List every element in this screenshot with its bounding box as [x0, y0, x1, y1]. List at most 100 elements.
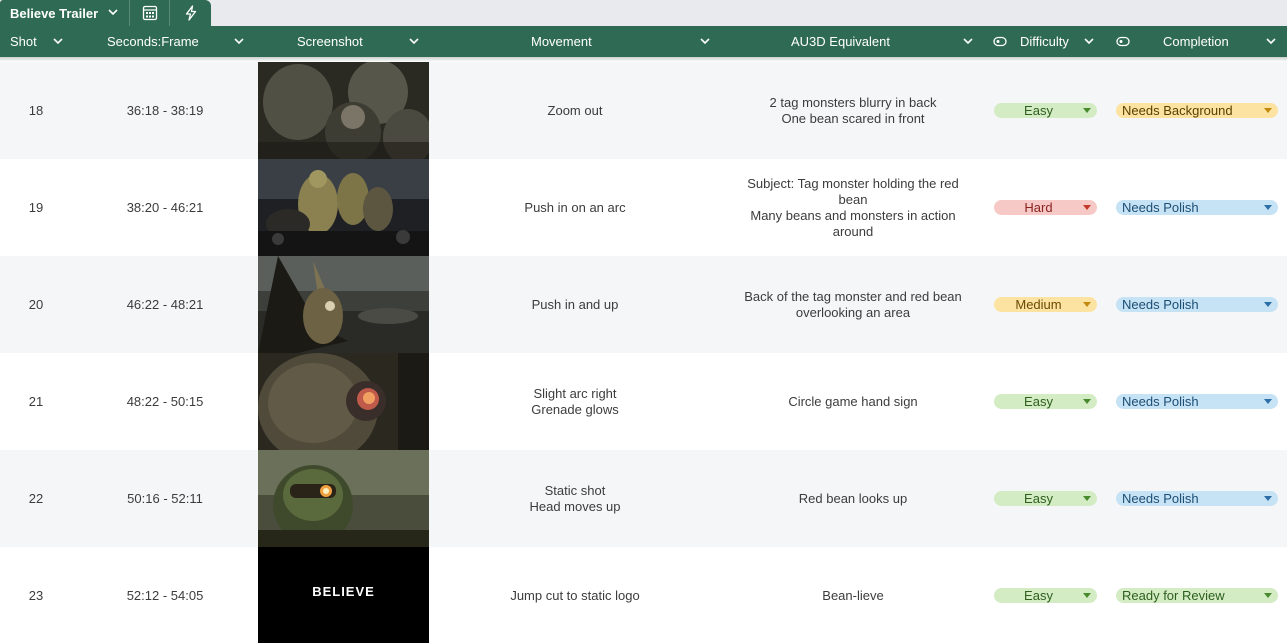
au3d-text: Circle game hand sign	[788, 393, 918, 409]
column-header-shot[interactable]: Shot	[0, 26, 72, 57]
screenshot-thumbnail	[258, 353, 429, 450]
chevron-down-icon[interactable]	[233, 35, 245, 47]
sheet-tab-bar: Believe Trailer	[0, 0, 1287, 26]
column-header-au3d-equivalent[interactable]: AU3D Equivalent	[721, 26, 985, 57]
column-header-row: Shot Seconds:Frame Screenshot Movement A…	[0, 26, 1287, 57]
completion-dropdown[interactable]: Needs Polish	[1116, 491, 1278, 506]
dropdown-column-icon	[1116, 36, 1130, 47]
triangle-down-icon[interactable]	[1264, 399, 1272, 404]
difficulty-dropdown[interactable]: Hard	[994, 200, 1097, 215]
screenshot-cell[interactable]	[258, 159, 429, 256]
triangle-down-icon[interactable]	[1083, 108, 1091, 113]
triangle-down-icon[interactable]	[1264, 593, 1272, 598]
column-header-completion[interactable]: Completion	[1103, 26, 1287, 57]
table-row[interactable]: 21 48:22 - 50:15 Slight arc right Grenade…	[0, 353, 1287, 450]
shot-number: 19	[28, 199, 44, 215]
screenshot-cell[interactable]	[258, 62, 429, 159]
movement-cell[interactable]: Push in and up	[429, 256, 721, 353]
au3d-equivalent-cell[interactable]: Red bean looks up	[721, 450, 985, 547]
movement-text: Head moves up	[529, 498, 621, 514]
sheet-tab-believe-trailer[interactable]: Believe Trailer	[0, 0, 129, 26]
shot-cell[interactable]: 20	[0, 256, 72, 353]
seconds-frame-cell[interactable]: 48:22 - 50:15	[72, 353, 258, 450]
triangle-down-icon[interactable]	[1083, 593, 1091, 598]
seconds-frame-cell[interactable]: 52:12 - 54:05	[72, 547, 258, 643]
triangle-down-icon[interactable]	[1264, 205, 1272, 210]
triangle-down-icon[interactable]	[1264, 496, 1272, 501]
chevron-down-icon[interactable]	[699, 35, 711, 47]
screenshot-thumbnail	[258, 450, 429, 547]
completion-dropdown[interactable]: Needs Polish	[1116, 200, 1278, 215]
shot-cell[interactable]: 18	[0, 62, 72, 159]
triangle-down-icon[interactable]	[1083, 302, 1091, 307]
au3d-equivalent-cell[interactable]: Bean-lieve	[721, 547, 985, 643]
screenshot-cell[interactable]	[258, 353, 429, 450]
difficulty-dropdown[interactable]: Easy	[994, 588, 1097, 603]
difficulty-value: Hard	[1024, 200, 1053, 215]
shot-cell[interactable]: 19	[0, 159, 72, 256]
movement-text: Push in and up	[531, 296, 619, 312]
difficulty-dropdown[interactable]: Medium	[994, 297, 1097, 312]
au3d-equivalent-cell[interactable]: Subject: Tag monster holding the red bean…	[721, 159, 985, 256]
shot-cell[interactable]: 22	[0, 450, 72, 547]
au3d-equivalent-cell[interactable]: 2 tag monsters blurry in back One bean sc…	[721, 62, 985, 159]
seconds-frame-value: 48:22 - 50:15	[126, 393, 204, 409]
movement-cell[interactable]: Slight arc right Grenade glows	[429, 353, 721, 450]
chevron-down-icon[interactable]	[52, 35, 64, 47]
triangle-down-icon[interactable]	[1264, 302, 1272, 307]
difficulty-dropdown[interactable]: Easy	[994, 491, 1097, 506]
chevron-down-icon[interactable]	[408, 35, 420, 47]
au3d-equivalent-cell[interactable]: Back of the tag monster and red bean over…	[721, 256, 985, 353]
chevron-down-icon[interactable]	[107, 6, 119, 18]
shot-cell[interactable]: 23	[0, 547, 72, 643]
screenshot-cell[interactable]: BELIEVE	[258, 547, 429, 643]
seconds-frame-cell[interactable]: 36:18 - 38:19	[72, 62, 258, 159]
completion-dropdown[interactable]: Ready for Review	[1116, 588, 1278, 603]
completion-value: Ready for Review	[1122, 588, 1225, 603]
table-row[interactable]: 19 38:20 - 46:21 Push in on an arc Subje…	[0, 159, 1287, 256]
seconds-frame-value: 36:18 - 38:19	[126, 102, 204, 118]
au3d-text: bean	[838, 191, 868, 207]
believe-logo-text: BELIEVE	[312, 584, 375, 599]
calculator-tab-button[interactable]	[129, 0, 169, 26]
screenshot-thumbnail	[258, 62, 429, 159]
triangle-down-icon[interactable]	[1083, 205, 1091, 210]
screenshot-cell[interactable]	[258, 450, 429, 547]
chevron-down-icon[interactable]	[1265, 35, 1277, 47]
chevron-down-icon[interactable]	[1083, 35, 1095, 47]
column-header-screenshot[interactable]: Screenshot	[258, 26, 429, 57]
shot-cell[interactable]: 21	[0, 353, 72, 450]
movement-cell[interactable]: Push in on an arc	[429, 159, 721, 256]
table-row[interactable]: 23 52:12 - 54:05 BELIEVE Jump cut to sta…	[0, 547, 1287, 643]
table-row[interactable]: 22 50:16 - 52:11 Static shot Head moves u…	[0, 450, 1287, 547]
column-header-movement[interactable]: Movement	[429, 26, 721, 57]
chevron-down-icon[interactable]	[962, 35, 974, 47]
au3d-equivalent-cell[interactable]: Circle game hand sign	[721, 353, 985, 450]
movement-cell[interactable]: Jump cut to static logo	[429, 547, 721, 643]
seconds-frame-cell[interactable]: 50:16 - 52:11	[72, 450, 258, 547]
automation-tab-button[interactable]	[169, 0, 211, 26]
completion-dropdown[interactable]: Needs Polish	[1116, 297, 1278, 312]
triangle-down-icon[interactable]	[1264, 108, 1272, 113]
table-row[interactable]: 18 36:18 - 38:19 Zoom out 2 tag monsters…	[0, 62, 1287, 159]
shot-number: 18	[28, 102, 44, 118]
completion-dropdown[interactable]: Needs Background	[1116, 103, 1278, 118]
difficulty-dropdown[interactable]: Easy	[994, 103, 1097, 118]
screenshot-thumbnail	[258, 159, 429, 256]
column-header-seconds-frame[interactable]: Seconds:Frame	[72, 26, 258, 57]
triangle-down-icon[interactable]	[1083, 496, 1091, 501]
seconds-frame-cell[interactable]: 46:22 - 48:21	[72, 256, 258, 353]
screenshot-cell[interactable]	[258, 256, 429, 353]
movement-cell[interactable]: Zoom out	[429, 62, 721, 159]
completion-value: Needs Polish	[1122, 491, 1199, 506]
completion-dropdown[interactable]: Needs Polish	[1116, 394, 1278, 409]
seconds-frame-value: 38:20 - 46:21	[126, 199, 204, 215]
triangle-down-icon[interactable]	[1083, 399, 1091, 404]
difficulty-value: Easy	[1024, 394, 1053, 409]
movement-cell[interactable]: Static shot Head moves up	[429, 450, 721, 547]
column-header-difficulty[interactable]: Difficulty	[985, 26, 1103, 57]
completion-value: Needs Polish	[1122, 297, 1199, 312]
table-row[interactable]: 20 46:22 - 48:21 Push in and up Back of …	[0, 256, 1287, 353]
seconds-frame-cell[interactable]: 38:20 - 46:21	[72, 159, 258, 256]
difficulty-dropdown[interactable]: Easy	[994, 394, 1097, 409]
